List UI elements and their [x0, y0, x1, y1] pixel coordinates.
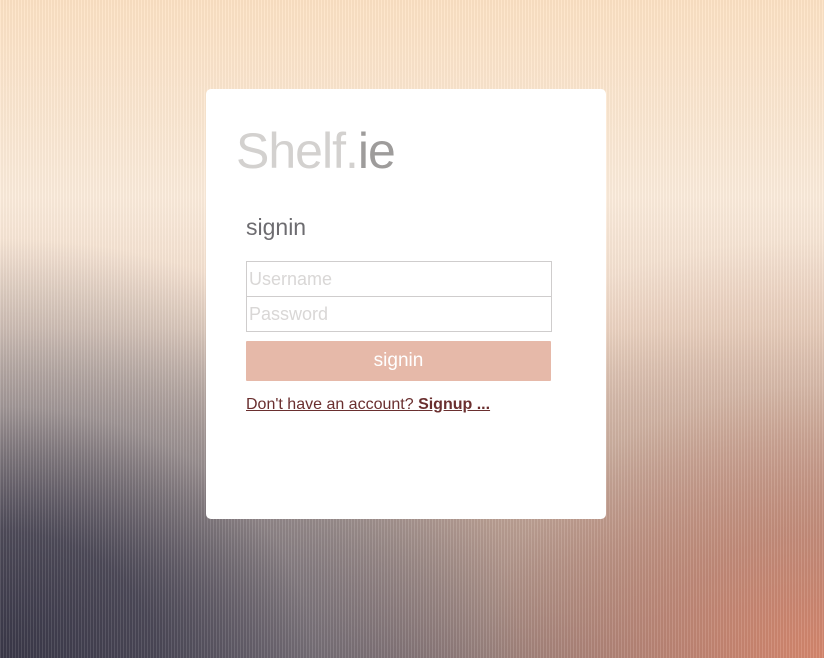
- signup-prompt: Don't have an account?: [246, 396, 419, 413]
- app-logo: Shelf.ie: [236, 123, 396, 179]
- signin-button[interactable]: signin: [246, 341, 551, 381]
- logo-text-suffix: ie: [357, 123, 396, 179]
- signin-card: Shelf.ie signin signin Don't have an acc…: [206, 89, 606, 519]
- signup-link-label: Signup ...: [418, 396, 491, 413]
- signup-link[interactable]: Don't have an account? Signup ...: [246, 395, 490, 415]
- logo-text-main: Shelf.: [236, 123, 359, 179]
- username-input[interactable]: [246, 261, 552, 297]
- password-input[interactable]: [246, 296, 552, 332]
- form-title: signin: [246, 214, 307, 240]
